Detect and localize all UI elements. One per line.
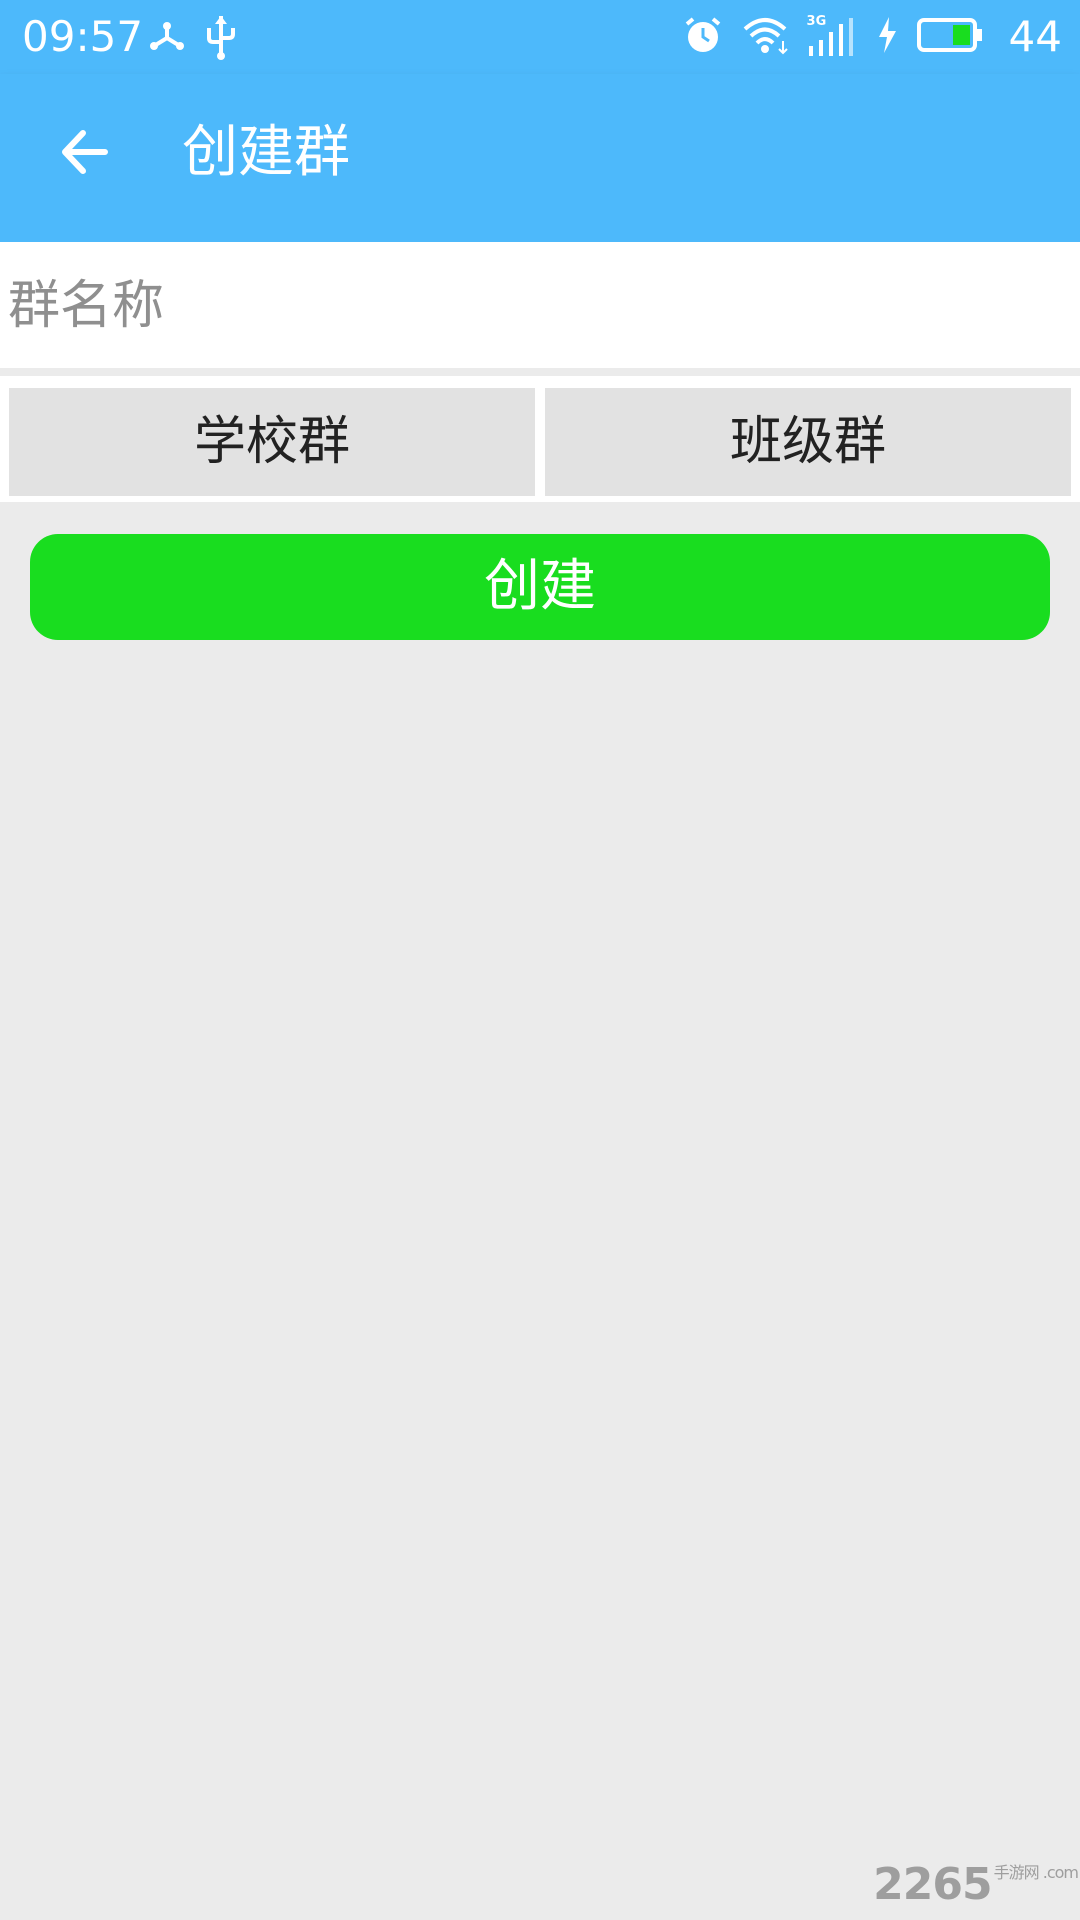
signal-3g-icon: 3G (807, 14, 857, 58)
status-left-icons (146, 14, 238, 64)
group-name-input[interactable] (6, 270, 1070, 342)
status-time: 09:57 (22, 12, 144, 61)
class-group-button[interactable]: 班级群 (545, 388, 1071, 496)
group-type-row: 学校群 班级群 (0, 376, 1080, 502)
app-bar: 创建群 (0, 74, 1080, 242)
status-bar: 09:57 3G 44 (0, 0, 1080, 74)
arrow-left-icon (62, 130, 108, 174)
battery-level: 44 (1008, 12, 1062, 61)
watermark: 2265 手游网 .com (873, 1859, 1079, 1910)
wifi-icon (741, 15, 789, 59)
back-button[interactable] (52, 120, 116, 184)
create-button[interactable]: 创建 (30, 534, 1050, 640)
watermark-brand: 2265 (873, 1859, 992, 1910)
watermark-suffix: 手游网 .com (993, 1863, 1079, 1882)
group-name-row (0, 242, 1080, 368)
school-group-button[interactable]: 学校群 (9, 388, 535, 496)
network-share-icon (146, 14, 188, 64)
battery-icon (916, 17, 983, 57)
usb-icon (204, 14, 238, 64)
page-title: 创建群 (182, 120, 350, 185)
alarm-icon (683, 15, 723, 59)
status-right-icons: 3G 44 (683, 10, 1062, 64)
charging-icon (875, 15, 899, 59)
divider (0, 368, 1080, 376)
